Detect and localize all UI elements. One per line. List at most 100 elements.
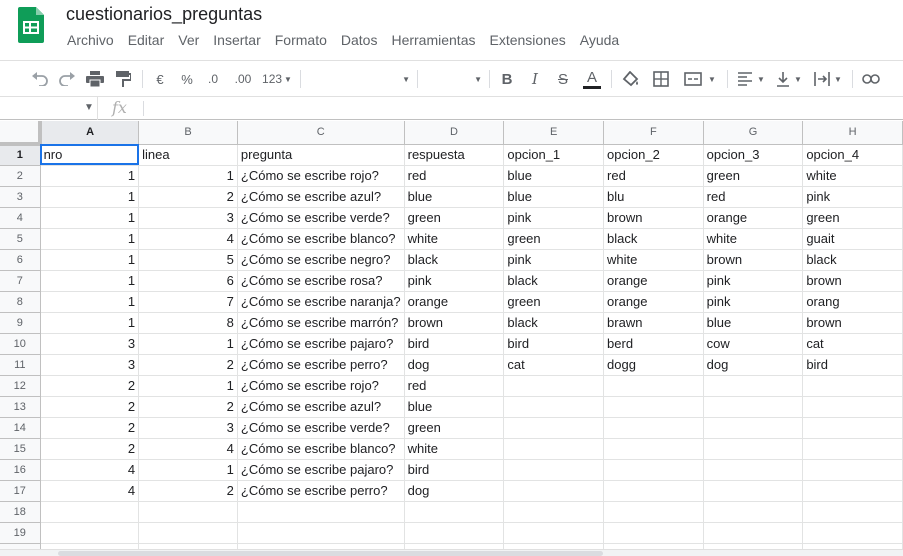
cell-b1[interactable]: linea <box>138 144 238 166</box>
sheets-logo-icon[interactable] <box>18 7 44 43</box>
cell-d9[interactable]: brown <box>404 312 505 334</box>
cell-f18[interactable] <box>603 501 704 523</box>
cell-b17[interactable]: 2 <box>138 480 238 502</box>
cell-d2[interactable]: red <box>404 165 505 187</box>
cell-e10[interactable]: bird <box>503 333 605 355</box>
cell-c12[interactable]: ¿Cómo se escribe rojo? <box>237 375 405 397</box>
cell-b6[interactable]: 5 <box>138 249 238 271</box>
cell-e8[interactable]: green <box>503 291 605 313</box>
cell-a14[interactable]: 2 <box>40 417 140 439</box>
fill-color-icon[interactable] <box>620 61 642 97</box>
cell-d4[interactable]: green <box>404 207 505 229</box>
cell-c16[interactable]: ¿Cómo se escribe pajaro? <box>237 459 405 481</box>
cell-c11[interactable]: ¿Cómo se escribe perro? <box>237 354 405 376</box>
cell-e9[interactable]: black <box>503 312 605 334</box>
cell-h16[interactable] <box>802 459 903 481</box>
menu-item-formato[interactable]: Formato <box>268 32 334 48</box>
cell-e4[interactable]: pink <box>503 207 605 229</box>
cell-g9[interactable]: blue <box>703 312 804 334</box>
cell-d7[interactable]: pink <box>404 270 505 292</box>
cell-e13[interactable] <box>503 396 605 418</box>
menu-item-insertar[interactable]: Insertar <box>206 32 267 48</box>
cell-g15[interactable] <box>703 438 804 460</box>
cell-g14[interactable] <box>703 417 804 439</box>
cell-e1[interactable]: opcion_1 <box>503 144 605 166</box>
cell-b15[interactable]: 4 <box>138 438 238 460</box>
font-family-dropdown[interactable]: ▼ <box>306 61 410 97</box>
column-header-c[interactable]: C <box>237 121 405 145</box>
document-title[interactable]: cuestionarios_preguntas <box>66 4 262 25</box>
cell-e16[interactable] <box>503 459 605 481</box>
cell-g17[interactable] <box>703 480 804 502</box>
cell-a18[interactable] <box>40 501 140 523</box>
cell-d8[interactable]: orange <box>404 291 505 313</box>
menu-item-editar[interactable]: Editar <box>121 32 172 48</box>
select-all-corner[interactable] <box>0 121 43 146</box>
cell-b18[interactable] <box>138 501 238 523</box>
cell-b10[interactable]: 1 <box>138 333 238 355</box>
name-box[interactable]: ▼ <box>0 97 98 120</box>
cell-g6[interactable]: brown <box>703 249 804 271</box>
cell-h7[interactable]: brown <box>802 270 903 292</box>
cell-f4[interactable]: brown <box>603 207 704 229</box>
cell-g5[interactable]: white <box>703 228 804 250</box>
row-header[interactable]: 10 <box>0 333 41 355</box>
more-formats-dropdown[interactable]: 123 ▼ <box>260 61 294 97</box>
cell-a7[interactable]: 1 <box>40 270 140 292</box>
cell-g3[interactable]: red <box>703 186 804 208</box>
cell-d6[interactable]: black <box>404 249 505 271</box>
cell-f9[interactable]: brawn <box>603 312 704 334</box>
cell-f2[interactable]: red <box>603 165 704 187</box>
bold-button[interactable]: B <box>497 61 517 97</box>
cell-d15[interactable]: white <box>404 438 505 460</box>
borders-icon[interactable] <box>650 61 672 97</box>
row-header[interactable]: 7 <box>0 270 41 292</box>
row-header[interactable]: 1 <box>0 144 41 166</box>
cell-a15[interactable]: 2 <box>40 438 140 460</box>
cell-e18[interactable] <box>503 501 605 523</box>
cell-h19[interactable] <box>802 522 903 544</box>
cell-h9[interactable]: brown <box>802 312 903 334</box>
row-header[interactable]: 8 <box>0 291 41 313</box>
strikethrough-button[interactable]: S <box>553 61 573 97</box>
cell-e6[interactable]: pink <box>503 249 605 271</box>
row-header[interactable]: 14 <box>0 417 41 439</box>
align-horizontal-dropdown[interactable]: ▼ <box>734 61 768 97</box>
row-header[interactable]: 15 <box>0 438 41 460</box>
cell-d14[interactable]: green <box>404 417 505 439</box>
cell-b5[interactable]: 4 <box>138 228 238 250</box>
undo-icon[interactable] <box>30 61 50 97</box>
cell-g2[interactable]: green <box>703 165 804 187</box>
row-header[interactable]: 2 <box>0 165 41 187</box>
cell-h4[interactable]: green <box>802 207 903 229</box>
cell-f1[interactable]: opcion_2 <box>603 144 704 166</box>
cell-c13[interactable]: ¿Cómo se escribe azul? <box>237 396 405 418</box>
cell-f11[interactable]: dogg <box>603 354 704 376</box>
cell-a16[interactable]: 4 <box>40 459 140 481</box>
cell-d12[interactable]: red <box>404 375 505 397</box>
cell-c15[interactable]: ¿Cómo se escribe blanco? <box>237 438 405 460</box>
menu-item-archivo[interactable]: Archivo <box>60 32 121 48</box>
cell-b19[interactable] <box>138 522 238 544</box>
cell-h13[interactable] <box>802 396 903 418</box>
menu-item-datos[interactable]: Datos <box>334 32 385 48</box>
cell-h14[interactable] <box>802 417 903 439</box>
cell-g4[interactable]: orange <box>703 207 804 229</box>
cell-d18[interactable] <box>404 501 505 523</box>
column-header-g[interactable]: G <box>703 121 804 145</box>
cell-a6[interactable]: 1 <box>40 249 140 271</box>
cell-a17[interactable]: 4 <box>40 480 140 502</box>
cell-h6[interactable]: black <box>802 249 903 271</box>
print-icon[interactable] <box>84 61 106 97</box>
cell-e5[interactable]: green <box>503 228 605 250</box>
cell-d13[interactable]: blue <box>404 396 505 418</box>
cell-a1[interactable]: nro <box>40 144 140 166</box>
cell-c9[interactable]: ¿Cómo se escribe marrón? <box>237 312 405 334</box>
cell-b16[interactable]: 1 <box>138 459 238 481</box>
row-header[interactable]: 16 <box>0 459 41 481</box>
cell-a3[interactable]: 1 <box>40 186 140 208</box>
row-header[interactable]: 11 <box>0 354 41 376</box>
scrollbar-thumb[interactable] <box>58 551 603 556</box>
cell-g13[interactable] <box>703 396 804 418</box>
align-vertical-dropdown[interactable]: ▼ <box>772 61 806 97</box>
